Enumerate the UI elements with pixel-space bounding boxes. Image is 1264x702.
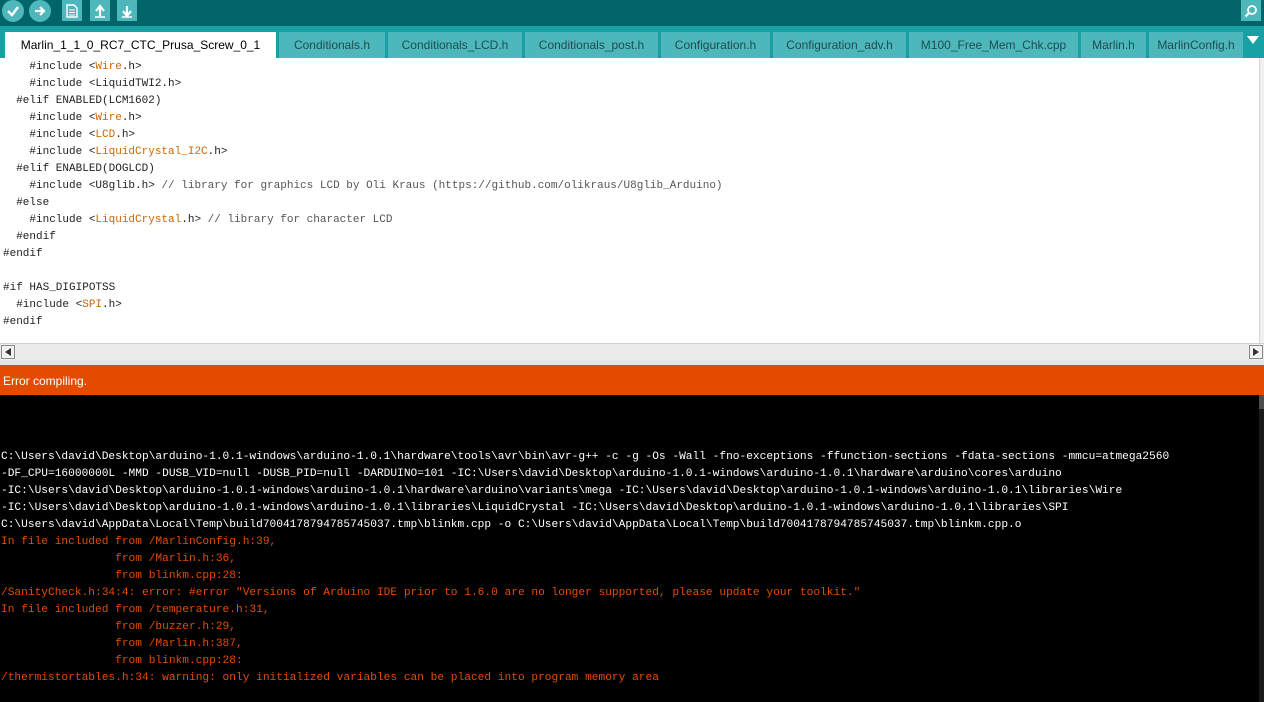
arrow-up-icon: [95, 3, 105, 18]
status-bar: Error compiling.: [0, 365, 1264, 395]
code-segment: #include <: [3, 214, 96, 226]
code-segment: .h>: [181, 214, 208, 226]
console-error-line: /SanityCheck.h:34:4: error: #error "Vers…: [1, 587, 861, 599]
console-text: C:\Users\david\Desktop\arduino-1.0.1-win…: [1, 449, 1169, 687]
triangle-right-icon: [1253, 348, 1259, 356]
console-line: -IC:\Users\david\Desktop\arduino-1.0.1-w…: [1, 485, 1123, 497]
code-keyword: LCD: [95, 129, 116, 141]
tab-conditionals-lcd[interactable]: Conditionals_LCD.h: [388, 32, 522, 58]
code-line: #include <Wire.h>: [3, 59, 723, 76]
console-error-line: from blinkm.cpp:28:: [1, 570, 243, 582]
tab-configuration-adv[interactable]: Configuration_adv.h: [773, 32, 906, 58]
code-comment: // library for character LCD: [207, 214, 393, 226]
tab-marlin-h[interactable]: Marlin.h: [1081, 32, 1146, 58]
code-segment: #if HAS_DIGIPOTSS: [3, 282, 116, 294]
code-line: #include <SPI.h>: [3, 297, 723, 314]
code-keyword: Wire: [95, 61, 122, 73]
code-segment: #include <: [3, 299, 83, 311]
code-segment: #include <LiquidTWI2.h>: [3, 78, 182, 90]
code-line: #elif ENABLED(LCM1602): [3, 93, 723, 110]
editor-horizontal-scrollbar[interactable]: [0, 343, 1264, 360]
code-line: #if HAS_DIGIPOTSS: [3, 280, 723, 297]
code-segment: #elif ENABLED(LCM1602): [3, 95, 162, 107]
code-segment: #include <: [3, 129, 96, 141]
editor-vertical-scrollbar[interactable]: [1259, 58, 1264, 343]
code-keyword: Wire: [95, 112, 122, 124]
console-scrollbar[interactable]: [1259, 395, 1264, 702]
code-segment: #endif: [3, 231, 56, 243]
checkmark-icon: [7, 6, 19, 17]
magnifier-icon: [1244, 4, 1257, 17]
code-segment: .h>: [207, 146, 228, 158]
code-text: #include <Wire.h> #include <LiquidTWI2.h…: [3, 59, 723, 331]
console-line: -IC:\Users\david\Desktop\arduino-1.0.1-w…: [1, 502, 1069, 514]
scroll-right-button[interactable]: [1249, 345, 1263, 359]
code-segment: #include <: [3, 112, 96, 124]
code-line: #endif: [3, 229, 723, 246]
code-segment: #else: [3, 197, 50, 209]
code-segment: .h>: [115, 129, 136, 141]
tab-bar: Marlin_1_1_0_RC7_CTC_Prusa_Screw_0_1 Con…: [0, 26, 1264, 58]
tab-conditionals-post[interactable]: Conditionals_post.h: [525, 32, 658, 58]
code-comment: // library for graphics LCD by Oli Kraus…: [161, 180, 723, 192]
code-line: #endif: [3, 314, 723, 331]
scroll-left-button[interactable]: [1, 345, 15, 359]
status-message: Error compiling.: [3, 374, 88, 388]
new-button[interactable]: [62, 0, 82, 21]
verify-button[interactable]: [2, 0, 24, 22]
console-line: C:\Users\david\Desktop\arduino-1.0.1-win…: [1, 451, 1170, 463]
upload-button[interactable]: [29, 0, 51, 22]
code-segment: .h>: [121, 112, 142, 124]
tab-menu-button[interactable]: [1246, 36, 1260, 50]
document-icon: [66, 3, 78, 18]
triangle-left-icon: [5, 348, 11, 356]
console-error-line: In file included from /MarlinConfig.h:39…: [1, 536, 277, 548]
code-line: #include <LiquidTWI2.h>: [3, 76, 723, 93]
tab-marlinconfig-h[interactable]: MarlinConfig.h: [1149, 32, 1243, 58]
code-segment: #endif: [3, 316, 43, 328]
console-error-line: /thermistortables.h:34: warning: only in…: [1, 672, 659, 684]
code-line: #else: [3, 195, 723, 212]
code-line: #include <LCD.h>: [3, 127, 723, 144]
code-keyword: LiquidCrystal: [95, 214, 182, 226]
code-line: #elif ENABLED(DOGLCD): [3, 161, 723, 178]
console-output[interactable]: C:\Users\david\Desktop\arduino-1.0.1-win…: [0, 395, 1264, 702]
console-error-line: In file included from /temperature.h:31,: [1, 604, 270, 616]
console-error-line: from /Marlin.h:36,: [1, 553, 236, 565]
arrow-down-icon: [122, 5, 132, 18]
code-keyword: LiquidCrystal_I2C: [95, 146, 208, 158]
tab-marlin-main[interactable]: Marlin_1_1_0_RC7_CTC_Prusa_Screw_0_1: [5, 32, 276, 58]
code-line: #include <Wire.h>: [3, 110, 723, 127]
toolbar: [0, 0, 1264, 26]
code-segment: #include <: [3, 61, 96, 73]
code-line: #include <LiquidCrystal.h> // library fo…: [3, 212, 723, 229]
code-segment: .h>: [102, 299, 122, 311]
tab-conditionals[interactable]: Conditionals.h: [279, 32, 385, 58]
console-line: C:\Users\david\AppData\Local\Temp\build7…: [1, 519, 1022, 531]
tab-configuration[interactable]: Configuration.h: [661, 32, 770, 58]
code-line: #endif: [3, 246, 723, 263]
console-error-line: from blinkm.cpp:28:: [1, 655, 243, 667]
tab-m100-free-mem[interactable]: M100_Free_Mem_Chk.cpp: [909, 32, 1078, 58]
code-editor[interactable]: #include <Wire.h> #include <LiquidTWI2.h…: [0, 58, 1264, 343]
console-scroll-thumb[interactable]: [1259, 395, 1264, 409]
chevron-down-icon: [1247, 36, 1259, 44]
code-line: #include <LiquidCrystal_I2C.h>: [3, 144, 723, 161]
code-line: #include <U8glib.h> // library for graph…: [3, 178, 723, 195]
code-segment: #endif: [3, 248, 43, 260]
save-button[interactable]: [117, 0, 137, 21]
code-segment: .h>: [121, 61, 142, 73]
code-segment: #include <: [3, 146, 96, 158]
serial-monitor-button[interactable]: [1241, 0, 1261, 21]
arrow-right-icon: [35, 6, 46, 16]
code-keyword: SPI: [82, 299, 103, 311]
console-error-line: from /Marlin.h:387,: [1, 638, 243, 650]
open-button[interactable]: [90, 0, 110, 21]
console-error-line: from /buzzer.h:29,: [1, 621, 236, 633]
code-segment: #include <U8glib.h>: [3, 180, 162, 192]
code-segment: #elif ENABLED(DOGLCD): [3, 163, 155, 175]
console-line: -DF_CPU=16000000L -MMD -DUSB_VID=null -D…: [1, 468, 1062, 480]
